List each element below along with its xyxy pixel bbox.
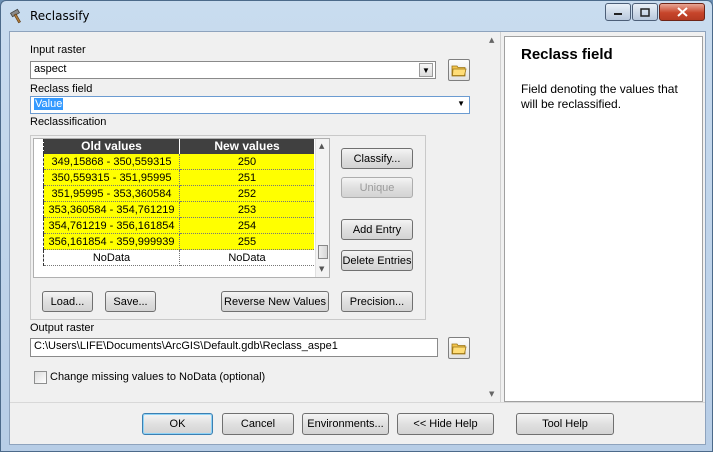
output-raster-value: C:\Users\LIFE\Documents\ArcGIS\Default.g… [34,340,338,352]
minimize-button[interactable] [605,3,631,21]
parameters-scrollbar[interactable]: ▲ ▼ [486,36,500,400]
row-selector[interactable] [34,186,44,202]
help-pane: Reclass field Field denoting the values … [504,36,703,402]
reclass-field-label: Reclass field [30,83,93,95]
close-icon [676,7,688,17]
old-value-cell[interactable]: 353,360584 - 354,761219 [44,202,180,218]
row-selector[interactable] [34,218,44,234]
table-row[interactable]: 353,360584 - 354,761219 253 [34,202,315,218]
scroll-down-icon[interactable]: ▼ [319,265,324,273]
scroll-thumb[interactable] [318,245,328,259]
help-title: Reclass field [521,46,613,63]
new-value-cell[interactable]: 254 [180,218,314,234]
ok-button[interactable]: OK [142,413,213,435]
minimize-icon [614,13,622,15]
row-selector[interactable] [34,250,44,266]
delete-entries-button[interactable]: Delete Entries [341,250,413,271]
scroll-down-icon[interactable]: ▼ [489,390,494,398]
reclassification-panel: Old values New values 349,15868 - 350,55… [30,135,426,320]
new-value-cell[interactable]: 253 [180,202,314,218]
reclassification-label: Reclassification [30,116,107,128]
tool-help-button[interactable]: Tool Help [516,413,614,435]
reclassify-window: Reclassify Input raster aspect ▼ Reclass… [0,0,713,452]
load-button[interactable]: Load... [42,291,93,312]
old-value-cell[interactable]: 349,15868 - 350,559315 [44,154,180,170]
table-row[interactable]: 356,161854 - 359,999939 255 [34,234,315,250]
old-value-cell[interactable]: 356,161854 - 359,999939 [44,234,180,250]
missing-values-label[interactable]: Change missing values to NoData (optiona… [50,371,265,383]
reclassification-table[interactable]: Old values New values 349,15868 - 350,55… [33,138,330,278]
table-row[interactable]: 354,761219 - 356,161854 254 [34,218,315,234]
reverse-new-values-button[interactable]: Reverse New Values [221,291,329,312]
row-selector[interactable] [34,234,44,250]
hide-help-button[interactable]: << Hide Help [397,413,494,435]
cancel-button[interactable]: Cancel [222,413,294,435]
row-selector[interactable] [34,202,44,218]
scroll-up-icon[interactable]: ▲ [319,142,324,150]
table-scrollbar[interactable]: ▲ ▼ [315,139,329,277]
window-title: Reclassify [30,9,90,23]
column-header-old[interactable]: Old values [44,139,180,154]
chevron-down-icon[interactable]: ▼ [457,99,465,108]
dialog-client: Input raster aspect ▼ Reclass field Valu… [9,31,706,445]
close-button[interactable] [659,3,705,21]
new-value-cell[interactable]: 251 [180,170,314,186]
table-row[interactable]: 350,559315 - 351,95995 251 [34,170,315,186]
input-raster-combo[interactable]: aspect ▼ [30,61,436,79]
row-header-corner [34,139,44,154]
scroll-up-icon[interactable]: ▲ [489,36,494,44]
folder-icon [451,343,467,355]
unique-button[interactable]: Unique [341,177,413,198]
dialog-button-bar: OK Cancel Environments... << Hide Help T… [10,402,705,444]
maximize-icon [640,7,650,17]
output-raster-browse-button[interactable] [448,337,470,359]
maximize-button[interactable] [632,3,658,21]
table-header: Old values New values [34,139,315,154]
output-raster-label: Output raster [30,322,95,334]
output-raster-field[interactable]: C:\Users\LIFE\Documents\ArcGIS\Default.g… [30,338,438,357]
precision-button[interactable]: Precision... [341,291,413,312]
table-row[interactable]: NoData NoData [34,250,315,266]
classify-button[interactable]: Classify... [341,148,413,169]
pane-divider[interactable] [500,32,501,402]
hammer-tool-icon [9,8,21,24]
folder-icon [451,65,467,77]
missing-values-checkbox[interactable] [34,371,47,384]
old-value-cell[interactable]: 351,95995 - 353,360584 [44,186,180,202]
chevron-down-icon[interactable]: ▼ [419,63,433,77]
row-selector[interactable] [34,154,44,170]
reclass-field-value: Value [34,98,64,110]
table-row[interactable]: 351,95995 - 353,360584 252 [34,186,315,202]
add-entry-button[interactable]: Add Entry [341,219,413,240]
old-value-cell[interactable]: NoData [44,250,180,266]
column-header-new[interactable]: New values [180,139,315,154]
new-value-cell[interactable]: 252 [180,186,314,202]
help-text: Field denoting the values that will be r… [521,82,678,111]
new-value-cell[interactable]: NoData [180,250,314,266]
new-value-cell[interactable]: 250 [180,154,314,170]
title-bar[interactable]: Reclassify [1,1,712,31]
table-row[interactable]: 349,15868 - 350,559315 250 [34,154,315,170]
input-raster-label: Input raster [30,44,86,56]
save-button[interactable]: Save... [105,291,156,312]
new-value-cell[interactable]: 255 [180,234,314,250]
input-raster-value: aspect [34,63,67,75]
parameters-pane: Input raster aspect ▼ Reclass field Valu… [10,32,500,402]
old-value-cell[interactable]: 354,761219 - 356,161854 [44,218,180,234]
row-selector[interactable] [34,170,44,186]
old-value-cell[interactable]: 350,559315 - 351,95995 [44,170,180,186]
input-raster-browse-button[interactable] [448,59,470,81]
environments-button[interactable]: Environments... [302,413,389,435]
reclass-field-combo[interactable]: Value ▼ [30,96,470,114]
